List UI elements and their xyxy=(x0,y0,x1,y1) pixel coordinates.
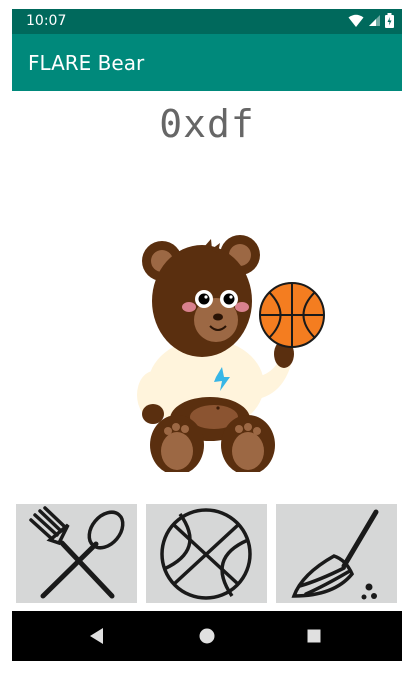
wifi-icon xyxy=(348,14,364,27)
bear-illustration xyxy=(137,235,325,472)
broom-icon xyxy=(291,509,379,600)
fork-spoon-icon xyxy=(29,506,125,599)
play-button[interactable] xyxy=(146,504,267,603)
action-bar xyxy=(12,502,402,606)
app-bar: FLARE Bear xyxy=(12,34,402,91)
app-title: FLARE Bear xyxy=(28,51,145,75)
home-icon[interactable] xyxy=(196,625,218,647)
battery-icon xyxy=(385,13,394,28)
feed-button[interactable] xyxy=(16,504,137,603)
back-icon[interactable] xyxy=(87,625,109,647)
status-time: 10:07 xyxy=(26,13,67,29)
status-bar: 10:07 xyxy=(12,9,402,34)
bear-name: 0xdf xyxy=(159,102,255,146)
status-icons xyxy=(348,13,394,28)
recents-icon[interactable] xyxy=(303,625,325,647)
app-screen: 10:07 FLARE Bear 0xdf xyxy=(12,9,402,661)
navigation-bar xyxy=(12,611,402,661)
cell-signal-icon xyxy=(369,15,380,26)
clean-button[interactable] xyxy=(276,504,397,603)
basketball-icon xyxy=(160,508,252,600)
